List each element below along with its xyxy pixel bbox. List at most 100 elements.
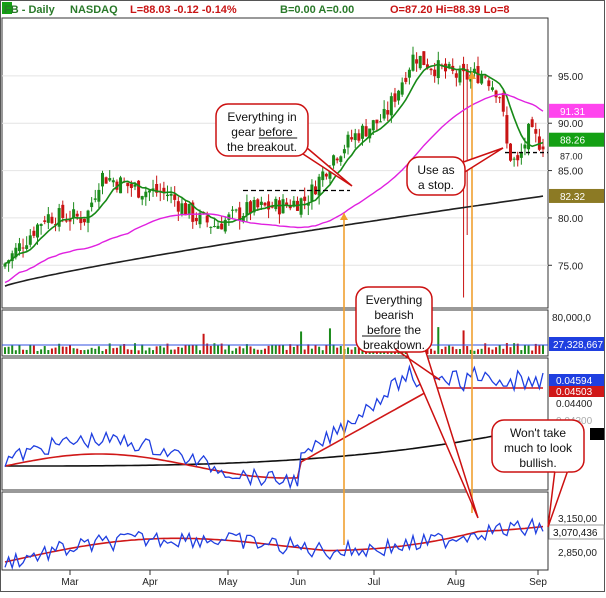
candle-body [400,82,404,95]
month-label: Jul [368,577,381,588]
candle-body [216,225,220,229]
volume-bar [328,328,331,354]
volume-bar [32,345,35,354]
volume-bar [433,350,436,354]
volume-bar [285,349,288,354]
month-label: Jun [290,577,306,588]
volume-bar [523,345,526,354]
candle-body [321,171,325,181]
candle-body [97,189,101,202]
candle-body [108,178,112,181]
volume-bar [542,345,544,354]
month-label: May [219,577,238,588]
volume-bar [101,350,104,354]
volume-bar [245,344,248,354]
volume-bar [278,345,281,354]
candle-body [259,201,263,205]
candle-body [209,226,213,228]
volume-bar [195,345,198,354]
ind1-tag-blue: 0.04594 [556,376,593,387]
price-tag-ma-slow: 82.32 [560,192,585,203]
volume-bar [332,344,335,354]
ind2-tick-1: 3,150,00 [558,514,597,525]
candle-body [397,90,401,101]
volume-bar [325,344,328,354]
candle-body [487,80,491,87]
candle-body [375,119,379,124]
candle-body [212,226,216,228]
candle [418,55,422,70]
volume-bar [148,347,151,354]
callout-bullish-text-2: bullish. [519,456,556,470]
callout-gear-text-2: the breakout. [227,140,297,154]
candle-body [220,223,224,230]
volume-bar [123,344,126,354]
volume-bar [267,345,270,354]
candle-body [194,218,198,222]
callout-bearish-text-1: bearish [374,308,413,322]
volume-bar [448,345,451,354]
candle [137,179,141,199]
candle-body [274,198,278,210]
volume-bar [14,350,17,354]
candle-body [490,87,494,90]
ohl-label: O=87.20 Hi=88.39 Lo=8 [390,4,510,16]
candle-body [404,77,408,82]
volume-bar [152,350,155,354]
candle-body [509,143,513,161]
candle-body [342,149,346,154]
volume-bar [451,346,454,354]
volume-bar [90,347,93,354]
volume-bar [29,344,32,354]
candle-body [393,93,397,102]
volume-bar [303,349,306,354]
volume-bar [336,347,339,354]
volume-bar [4,347,6,354]
ind1-tag-black [590,428,604,440]
volume-bar [188,344,191,354]
candle-body [299,198,303,215]
volume-bar [487,347,490,354]
candle-body [379,121,383,123]
chart-window: FB - Daily NASDAQ L=88.03 -0.12 -0.14% B… [0,0,606,593]
candle-body [144,191,148,198]
candle-body [541,146,545,150]
ind1-tag-red: 0.04503 [556,387,593,398]
candle [104,176,108,184]
candle-body [35,224,39,238]
candle-body [386,110,390,115]
symbol-label: FB - Daily [4,4,56,16]
candle-body [415,59,419,64]
price-tick-label: 95.00 [558,72,583,83]
volume-bar [112,348,115,354]
volume-bar [202,333,205,354]
volume-bar [318,346,321,354]
candle-body [335,158,339,161]
callout-bullish-text-1: much to look [504,441,573,455]
candle-body [126,182,130,187]
volume-bar [282,345,285,354]
candle-body [429,68,433,71]
volume-bar [68,344,71,354]
chart-frame [0,0,605,592]
bidask-label: B=0.00 A=0.00 [280,4,354,16]
volume-bar [307,344,310,354]
candle-body [28,235,32,245]
candle-body [104,177,108,184]
candle-body [100,172,104,187]
volume-bar [235,348,238,354]
volume-bar [520,350,523,354]
candle-body [75,213,79,217]
candle-body [82,218,86,223]
price-tag-last: 88.26 [560,136,585,147]
candle-body [411,54,415,71]
candle-body [184,203,188,216]
candle-body [458,68,462,83]
candle-body [332,155,336,166]
volume-bar [300,331,303,354]
candle-body [360,125,364,139]
volume-bar [444,346,447,354]
volume-bar [184,344,187,354]
candle-body [165,194,169,197]
volume-bar [159,345,162,354]
